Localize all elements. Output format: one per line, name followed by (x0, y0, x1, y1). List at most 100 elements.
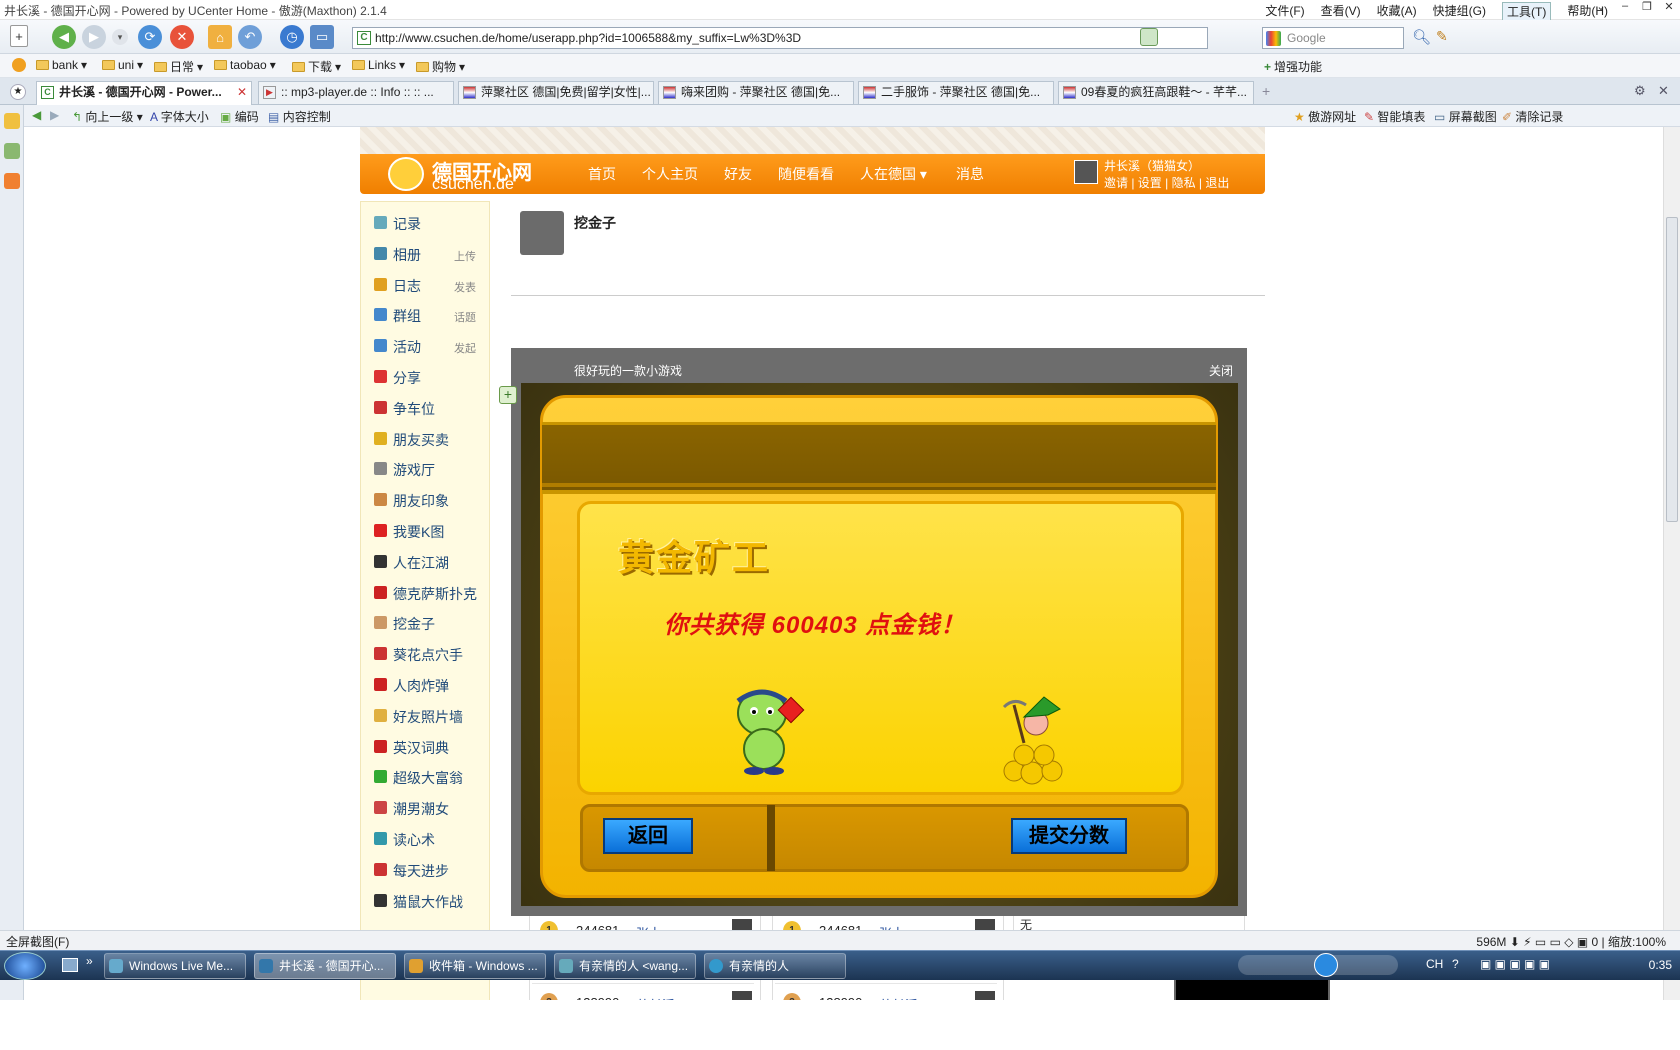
back-small-icon[interactable]: ◀ (32, 108, 41, 122)
clock-icon[interactable]: ◷ (280, 25, 304, 49)
status-left[interactable]: 全屏截图(F) (6, 933, 69, 950)
sidebar-item[interactable]: 好友照片墙 (374, 705, 489, 729)
tab-close-all-icon[interactable]: ✕ (1658, 83, 1669, 99)
nav-friends[interactable]: 好友 (724, 164, 752, 184)
tab-4[interactable]: 嗨来团购 - 萍聚社区 德国|免... (658, 81, 854, 104)
taskbar-item-3[interactable]: 收件箱 - Windows ... (404, 953, 546, 979)
window-icon[interactable]: ▭ (310, 25, 334, 49)
player-name-link[interactable]: 井长溪 (879, 995, 918, 1000)
sidebar-item[interactable]: 朋友印象 (374, 489, 489, 513)
expand-plus-icon[interactable]: + (499, 386, 517, 404)
maxthon-sites-button[interactable]: ★ 傲游网址 (1294, 108, 1356, 125)
minimize-icon[interactable]: – (1614, 0, 1636, 16)
contacts-icon[interactable] (4, 143, 20, 159)
tab-6[interactable]: 09春夏的疯狂高跟鞋～ - 芊芊... (1058, 81, 1254, 104)
tray-icons[interactable]: ▣ ▣ ▣ ▣ ▣ (1480, 957, 1550, 971)
rss-icon[interactable] (4, 173, 20, 189)
favorites-star-icon[interactable] (4, 113, 20, 129)
nav-messages[interactable]: 消息 (956, 164, 984, 184)
sidebar-item[interactable]: 争车位 (374, 397, 489, 421)
sidebar-item[interactable]: 潮男潮女 (374, 797, 489, 821)
tab-1[interactable]: C 井长溪 - 德国开心网 - Power... ✕ (36, 81, 252, 105)
avatar[interactable] (1074, 160, 1098, 184)
search-input[interactable]: Google (1262, 27, 1404, 49)
font-size-button[interactable]: A 字体大小 (150, 108, 209, 125)
search-icon[interactable]: 🔍︎ (1412, 28, 1431, 46)
sidebar-item[interactable]: 活动 发起 (374, 335, 489, 359)
fav-folder-taobao[interactable]: taobao ▾ (214, 58, 276, 72)
menu-favorites[interactable]: 收藏(A) (1377, 2, 1417, 21)
smart-fill-button[interactable]: ✎ 智能填表 (1364, 108, 1425, 125)
player-avatar[interactable] (732, 991, 752, 1000)
sidebar-item[interactable]: 人肉炸弹 (374, 674, 489, 698)
nav-germany[interactable]: 人在德国 ▾ (860, 164, 927, 184)
taskbar-item-1[interactable]: Windows Live Me... (104, 953, 246, 979)
nav-browse[interactable]: 随便看看 (778, 164, 834, 184)
fav-folder-bank[interactable]: bank ▾ (36, 58, 87, 72)
sidebar-item-action[interactable]: 上传 (454, 248, 476, 264)
tab-2[interactable]: ▶:: mp3-player.de :: Info :: :: ... (258, 81, 454, 104)
overlay-close-link[interactable]: 关闭 (1209, 362, 1233, 379)
home-icon[interactable]: ⌂ (208, 25, 232, 49)
stop-icon[interactable]: ✕ (170, 25, 194, 49)
tab-5[interactable]: 二手服饰 - 萍聚社区 德国|免... (858, 81, 1054, 104)
play-icon[interactable] (1314, 953, 1338, 977)
enhance-button[interactable]: + 增强功能 (1264, 58, 1322, 75)
taskbar-item-2[interactable]: 井长溪 - 德国开心... (254, 953, 396, 979)
sidebar-item[interactable]: 日志 发表 (374, 274, 489, 298)
refresh-icon[interactable]: ⟳ (138, 25, 162, 49)
tab-3[interactable]: 萍聚社区 德国|免费|留学|女性|... (458, 81, 654, 104)
close-icon[interactable]: ✕ (1658, 0, 1680, 16)
encoding-button[interactable]: ▣ 编码 (220, 108, 259, 125)
highlight-icon[interactable]: ✎ (1436, 28, 1448, 45)
sidebar-item[interactable]: 我要K图 (374, 520, 489, 544)
tab-tools-icon[interactable]: ⚙ (1634, 83, 1646, 99)
nav-home[interactable]: 首页 (588, 164, 616, 184)
sidebar-item[interactable]: 葵花点穴手 (374, 643, 489, 667)
forward-small-icon[interactable]: ▶ (50, 108, 59, 122)
show-desktop-icon[interactable] (62, 958, 78, 972)
go-icon[interactable] (1140, 28, 1158, 46)
fav-folder-uni[interactable]: uni ▾ (102, 58, 143, 72)
taskbar-item-4[interactable]: 有亲情的人 <wang... (554, 953, 696, 979)
forward-icon[interactable]: ▶ (82, 25, 106, 49)
history-dropdown-icon[interactable]: ▾ (112, 29, 128, 45)
menu-view[interactable]: 查看(V) (1321, 2, 1361, 21)
start-button[interactable] (4, 952, 46, 980)
fav-folder-download[interactable]: 下载 ▾ (292, 58, 341, 75)
sidebar-item[interactable]: 超级大富翁 (374, 766, 489, 790)
favorites-heart-icon[interactable] (12, 58, 26, 72)
sidebar-item[interactable]: 朋友买卖 (374, 428, 489, 452)
sidebar-item[interactable]: 读心术 (374, 828, 489, 852)
sidebar-item[interactable]: 分享 (374, 366, 489, 390)
sidebar-item[interactable]: 人在江湖 (374, 551, 489, 575)
submit-score-button[interactable]: 提交分数 (1011, 818, 1127, 854)
content-control-button[interactable]: ▤ 内容控制 (268, 108, 331, 125)
menu-quickgroup[interactable]: 快捷组(G) (1433, 2, 1486, 21)
restore-icon[interactable]: ⌄ (1590, 0, 1612, 16)
back-icon[interactable]: ◀ (52, 25, 76, 49)
maximize-icon[interactable]: ❐ (1636, 0, 1658, 16)
sidebar-item-action[interactable]: 话题 (454, 309, 476, 325)
fav-folder-shopping[interactable]: 购物 ▾ (416, 58, 465, 75)
taskbar-item-5[interactable]: 有亲情的人 (704, 953, 846, 979)
new-tab-icon[interactable]: + (1262, 83, 1270, 99)
site-logo[interactable]: 德国开心网 csuchen.de (386, 154, 566, 194)
zoom-indicator[interactable]: 缩放:100% (1608, 935, 1666, 949)
language-indicator[interactable]: CH (1426, 957, 1443, 971)
sidebar-item[interactable]: 猫鼠大作战 (374, 890, 489, 914)
player-avatar[interactable] (975, 991, 995, 1000)
sidebar-item[interactable]: 挖金子 (374, 612, 489, 636)
fav-folder-daily[interactable]: 日常 ▾ (154, 58, 203, 75)
menu-tools[interactable]: 工具(T) (1502, 2, 1552, 21)
menu-file[interactable]: 文件(F) (1265, 2, 1304, 21)
sidebar-item-action[interactable]: 发起 (454, 340, 476, 356)
up-level-button[interactable]: ↰ 向上一级 ▾ (72, 108, 143, 125)
help-icon[interactable]: ? (1452, 957, 1459, 971)
tab-star-icon[interactable]: ★ (10, 84, 26, 100)
sidebar-item[interactable]: 群组 话题 (374, 304, 489, 328)
screenshot-button[interactable]: ▭ 屏幕截图 (1434, 108, 1497, 125)
clear-records-button[interactable]: ✐ 清除记录 (1502, 108, 1563, 125)
quicklaunch-more-icon[interactable]: » (86, 954, 93, 968)
new-page-icon[interactable]: + (10, 25, 28, 47)
